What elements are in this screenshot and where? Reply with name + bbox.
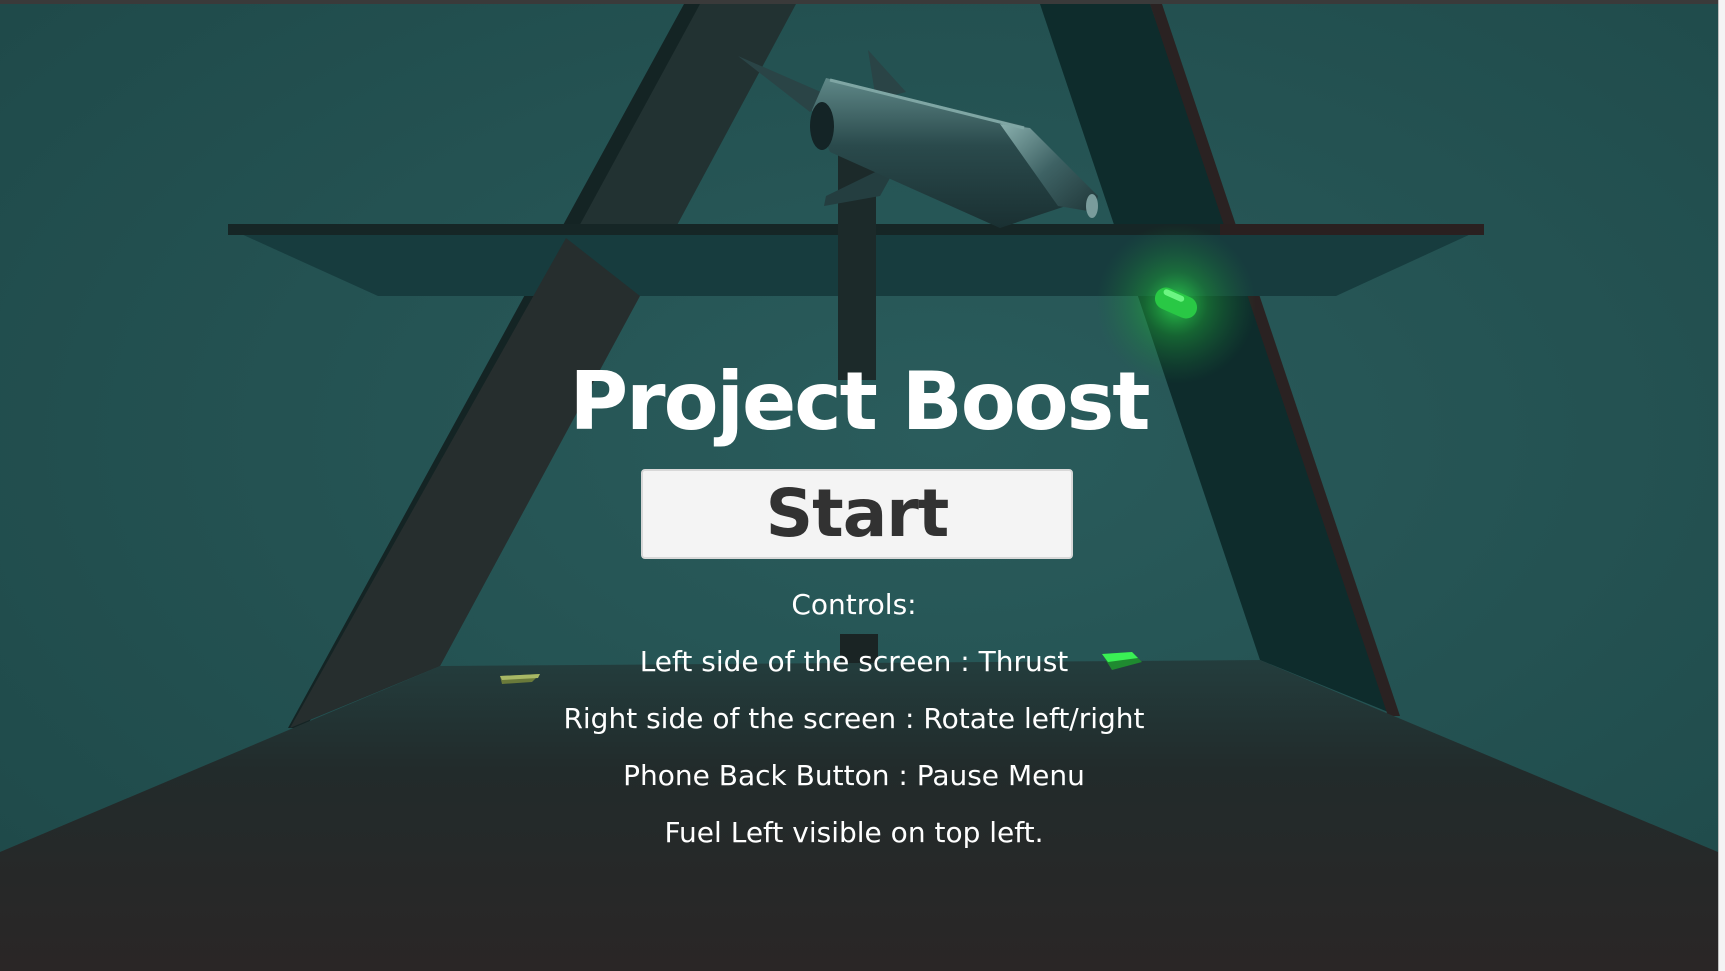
control-rotate: Right side of the screen : Rotate left/r…: [563, 702, 1145, 735]
control-pause: Phone Back Button : Pause Menu: [623, 759, 1085, 792]
game-viewport[interactable]: Project Boost Start Controls: Left side …: [0, 0, 1725, 971]
control-thrust: Left side of the screen : Thrust: [639, 645, 1069, 678]
main-menu: Project Boost Start Controls: Left side …: [0, 0, 1718, 971]
game-title: Project Boost: [569, 355, 1151, 448]
window-right-edge: [1718, 0, 1725, 971]
control-fuel-info: Fuel Left visible on top left.: [664, 816, 1044, 849]
controls-panel: Controls: Left side of the screen : Thru…: [459, 585, 1249, 870]
controls-heading: Controls:: [791, 588, 917, 621]
window-top-edge: [0, 0, 1725, 4]
start-button[interactable]: Start: [641, 469, 1073, 559]
start-button-label: Start: [765, 475, 950, 552]
